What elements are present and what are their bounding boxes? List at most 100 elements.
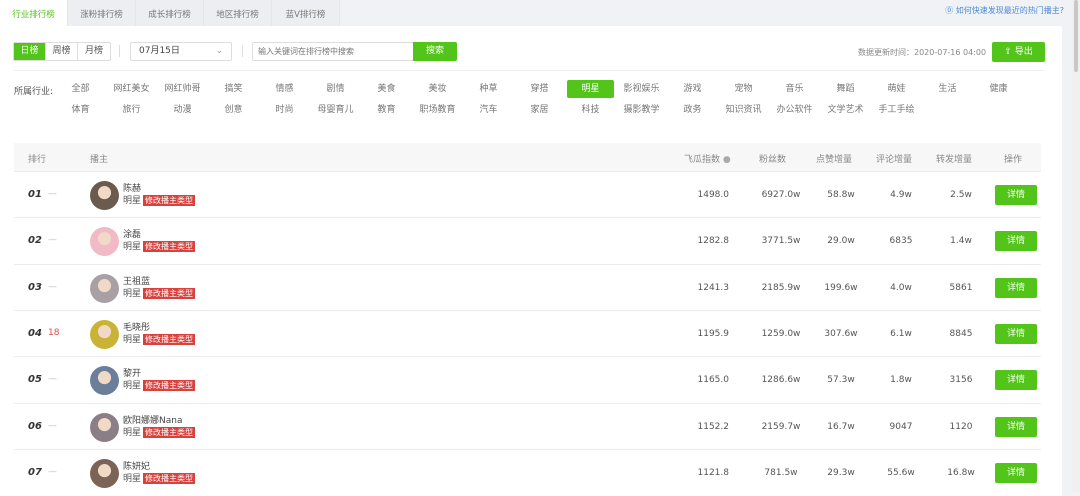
category-item[interactable]: 动漫 bbox=[157, 101, 208, 119]
avatar[interactable] bbox=[90, 412, 119, 442]
category-item[interactable]: 剧情 bbox=[310, 80, 361, 98]
tab-0[interactable]: 行业排行榜 bbox=[0, 0, 68, 26]
category-item[interactable]: 穿搭 bbox=[514, 80, 565, 98]
edit-type-tag[interactable]: 修改播主类型 bbox=[143, 333, 196, 345]
edit-type-tag[interactable]: 修改播主类型 bbox=[143, 426, 196, 438]
search-input[interactable] bbox=[252, 42, 414, 61]
divider bbox=[242, 45, 243, 57]
category-item[interactable]: 美食 bbox=[361, 80, 412, 98]
category-item[interactable]: 生活 bbox=[922, 80, 973, 98]
shares-value: 5861 bbox=[949, 282, 973, 293]
category-item[interactable]: 母婴育儿 bbox=[310, 101, 361, 119]
detail-button[interactable]: 详情 bbox=[995, 185, 1037, 205]
detail-button[interactable]: 详情 bbox=[995, 231, 1037, 252]
period-day[interactable]: 日榜 bbox=[14, 43, 46, 60]
category-item[interactable]: 体育 bbox=[55, 101, 106, 119]
category-item[interactable]: 音乐 bbox=[769, 80, 820, 98]
category-item[interactable]: 情感 bbox=[259, 80, 310, 98]
edit-type-tag[interactable]: 修改播主类型 bbox=[143, 195, 196, 206]
category-item[interactable]: 创意 bbox=[208, 101, 259, 119]
detail-button[interactable]: 详情 bbox=[995, 323, 1037, 344]
period-week[interactable]: 周榜 bbox=[46, 43, 78, 60]
fans-value: 3771.5w bbox=[761, 236, 801, 247]
avatar[interactable] bbox=[90, 181, 119, 210]
category-item[interactable]: 政务 bbox=[667, 101, 718, 119]
rank: 06 bbox=[28, 420, 42, 432]
category-item[interactable]: 搞笑 bbox=[208, 80, 259, 98]
rank-change: — bbox=[48, 189, 57, 199]
category-item[interactable]: 游戏 bbox=[667, 80, 718, 98]
header-index-label: 飞瓜指数 bbox=[684, 155, 721, 165]
category-item[interactable]: 知识资讯 bbox=[718, 101, 769, 119]
category-item[interactable]: 网红帅哥 bbox=[157, 80, 208, 98]
category-item[interactable]: 萌娃 bbox=[871, 80, 922, 98]
edit-type-tag[interactable]: 修改播主类型 bbox=[143, 287, 196, 299]
export-button[interactable]: ⇪ 导出 bbox=[992, 42, 1045, 62]
category-item[interactable]: 舞蹈 bbox=[820, 80, 871, 98]
scrollbar-thumb[interactable] bbox=[1074, 0, 1078, 72]
host-type-label: 明星 bbox=[123, 473, 142, 484]
category-item[interactable]: 宠物 bbox=[718, 80, 769, 98]
info-icon[interactable]: ● bbox=[723, 155, 731, 165]
header-comments[interactable]: 评论增量 bbox=[876, 152, 912, 165]
header-index: 飞瓜指数 ● bbox=[684, 152, 731, 165]
edit-type-tag[interactable]: 修改播主类型 bbox=[143, 472, 196, 484]
period-month[interactable]: 月榜 bbox=[78, 43, 110, 60]
detail-button[interactable]: 详情 bbox=[995, 370, 1037, 391]
category-item[interactable]: 健康 bbox=[973, 80, 1024, 98]
comments-value: 6.1w bbox=[890, 328, 912, 339]
detail-button[interactable]: 详情 bbox=[995, 462, 1037, 483]
help-link[interactable]: ⓪ 如何快速发现最近的热门播主? bbox=[945, 5, 1064, 16]
scrollbar[interactable] bbox=[1072, 0, 1080, 492]
shares-value: 8845 bbox=[949, 328, 973, 339]
category-item[interactable]: 时尚 bbox=[259, 101, 310, 119]
chevron-down-icon: ⌄ bbox=[215, 46, 223, 56]
tab-1[interactable]: 涨粉排行榜 bbox=[68, 0, 136, 26]
fans-value: 1259.0w bbox=[761, 328, 801, 339]
category-item[interactable]: 科技 bbox=[565, 101, 616, 119]
category-item[interactable]: 教育 bbox=[361, 101, 412, 119]
category-item[interactable]: 办公软件 bbox=[769, 101, 820, 119]
comments-value: 55.6w bbox=[887, 467, 915, 478]
category-item[interactable]: 手工手绘 bbox=[871, 101, 922, 119]
category-item[interactable]: 文学艺术 bbox=[820, 101, 871, 119]
header-fans[interactable]: 粉丝数 bbox=[759, 152, 786, 165]
rank: 01 bbox=[28, 189, 42, 200]
category-item[interactable]: 影视娱乐 bbox=[616, 80, 667, 98]
category-item[interactable]: 美妆 bbox=[412, 80, 463, 98]
category-row-2: 体育 旅行 动漫 创意 时尚 母婴育儿 教育 职场教育 汽车 家居 科技 摄影教学 政务 知识资讯 办公软件… bbox=[55, 101, 1055, 119]
rank: 07 bbox=[28, 466, 42, 478]
category-item[interactable]: 职场教育 bbox=[412, 101, 463, 119]
detail-button[interactable]: 详情 bbox=[995, 277, 1037, 298]
tab-4[interactable]: 蓝V排行榜 bbox=[272, 0, 340, 26]
category-item[interactable]: 明星 bbox=[567, 80, 614, 98]
avatar[interactable] bbox=[90, 366, 119, 396]
category-item[interactable]: 旅行 bbox=[106, 101, 157, 119]
avatar[interactable] bbox=[90, 458, 119, 488]
category-item[interactable]: 网红美女 bbox=[106, 80, 157, 98]
header-likes[interactable]: 点赞增量 bbox=[816, 152, 852, 165]
avatar[interactable] bbox=[90, 273, 119, 303]
rank-change: — bbox=[48, 420, 57, 431]
category-item[interactable]: 种草 bbox=[463, 80, 514, 98]
fans-value: 2159.7w bbox=[761, 421, 801, 432]
date-select[interactable]: 07月15日 ⌄ bbox=[130, 42, 232, 61]
search-button[interactable]: 搜索 bbox=[413, 42, 457, 61]
category-item[interactable]: 汽车 bbox=[463, 101, 514, 119]
edit-type-tag[interactable]: 修改播主类型 bbox=[143, 241, 196, 253]
avatar[interactable] bbox=[90, 227, 119, 257]
shares-value: 3156 bbox=[949, 375, 973, 386]
edit-type-tag[interactable]: 修改播主类型 bbox=[143, 380, 196, 392]
avatar[interactable] bbox=[90, 319, 119, 349]
tab-2[interactable]: 成长排行榜 bbox=[136, 0, 204, 26]
category-item[interactable]: 全部 bbox=[55, 80, 106, 98]
category-item[interactable]: 摄影教学 bbox=[616, 101, 667, 119]
detail-button[interactable]: 详情 bbox=[995, 416, 1037, 437]
rank: 05 bbox=[28, 374, 42, 386]
shares-value: 16.8w bbox=[947, 467, 975, 478]
header-shares[interactable]: 转发增量 bbox=[936, 152, 972, 165]
comments-value: 9047 bbox=[889, 421, 913, 432]
tab-3[interactable]: 地区排行榜 bbox=[204, 0, 272, 26]
fans-value: 1286.6w bbox=[761, 375, 801, 386]
category-item[interactable]: 家居 bbox=[514, 101, 565, 119]
